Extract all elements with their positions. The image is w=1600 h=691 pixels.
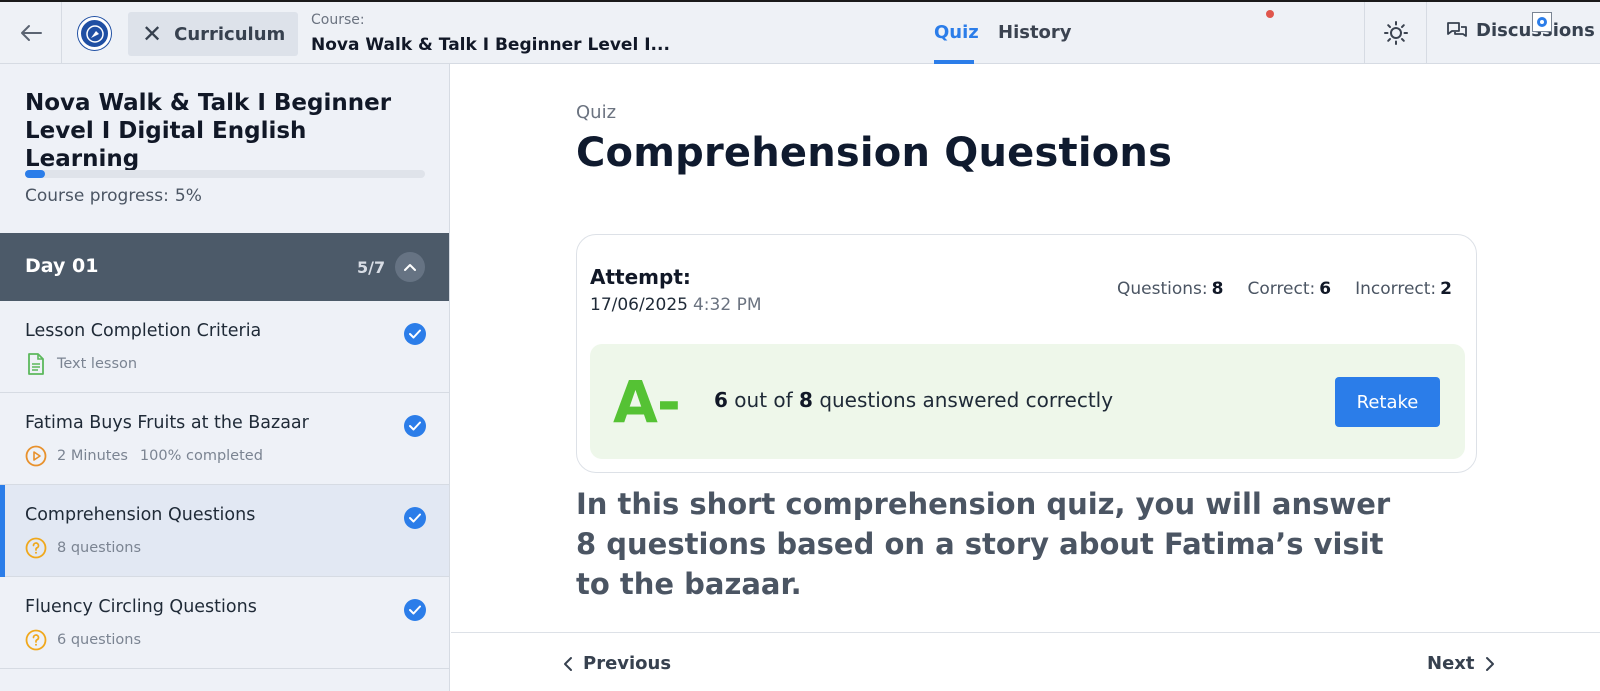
- lesson-meta: 8 questions: [25, 537, 141, 559]
- completed-check-icon: [404, 415, 426, 437]
- active-tab-indicator: [934, 60, 974, 64]
- lesson-question-count: 6 questions: [57, 632, 142, 648]
- lesson-meta: Text lesson: [25, 353, 137, 375]
- lesson-navigation: Previous Next: [451, 632, 1600, 691]
- lesson-type: Text lesson: [57, 356, 138, 372]
- divider: [1426, 2, 1427, 64]
- attempt-time: 4:32 PM: [692, 295, 762, 315]
- next-button[interactable]: Next: [1427, 653, 1495, 674]
- completed-check-icon: [404, 507, 426, 529]
- play-icon: [25, 445, 47, 467]
- completed-check-icon: [404, 599, 426, 621]
- stat-correct-value: 6: [1319, 279, 1332, 299]
- chevron-right-icon: [1485, 656, 1494, 671]
- previous-label: Previous: [583, 653, 672, 674]
- course-progress-value: 5%: [174, 186, 202, 206]
- document-icon: [25, 353, 47, 375]
- tab-quiz[interactable]: Quiz: [934, 22, 979, 43]
- result-correct: 6: [714, 388, 728, 412]
- sun-icon: [1384, 21, 1408, 45]
- lesson-meta: 2 Minutes 100% completed: [25, 445, 263, 467]
- retake-button[interactable]: Retake: [1335, 377, 1440, 427]
- lesson-name: Fatima Buys Fruits at the Bazaar: [25, 413, 309, 433]
- lesson-duration: 2 Minutes: [57, 448, 128, 464]
- lesson-item[interactable]: Fluency Circling Questions 6 questions: [0, 577, 449, 669]
- attempt-stats: Questions: 8 Correct: 6 Incorrect: 2: [1093, 279, 1452, 299]
- lesson-item[interactable]: Lesson Completion Criteria Text lesson: [0, 301, 449, 393]
- next-label: Next: [1427, 653, 1475, 674]
- grade-badge: A-: [613, 368, 681, 436]
- logo-icon: [78, 17, 111, 50]
- collapse-section-button[interactable]: [395, 252, 425, 282]
- question-icon: [25, 537, 47, 559]
- stat-incorrect-value: 2: [1440, 279, 1452, 299]
- quiz-intro-text: In this short comprehension quiz, you wi…: [576, 487, 1391, 601]
- previous-button[interactable]: Previous: [563, 653, 671, 674]
- lesson-completion: 100% completed: [139, 448, 263, 464]
- section-count: 5/7: [357, 258, 386, 277]
- attempt-date: 17/06/2025: [590, 295, 688, 315]
- completed-check-icon: [404, 323, 426, 345]
- attempt-label: Attempt:: [590, 265, 691, 289]
- stat-questions-value: 8: [1211, 279, 1224, 299]
- section-title: Day 01: [25, 255, 99, 277]
- question-icon: [25, 629, 47, 651]
- lesson-question-count: 8 questions: [57, 540, 142, 556]
- attempt-datetime: 17/06/2025 4:32 PM: [590, 295, 761, 315]
- stat-incorrect-label: Incorrect:: [1355, 279, 1437, 299]
- arrow-left-icon: [20, 25, 42, 41]
- discussions-icon: [1447, 21, 1467, 37]
- course-progress-bar: [25, 170, 425, 178]
- stat-questions-label: Questions:: [1117, 279, 1208, 299]
- result-total: 8: [799, 388, 813, 412]
- extension-icon[interactable]: [1532, 12, 1552, 32]
- stat-correct: Correct: 6: [1247, 279, 1331, 299]
- result-panel: A- 6 out of 8 questions answered correct…: [590, 344, 1465, 459]
- course-progress-fill: [25, 170, 45, 178]
- attempt-card: Attempt: 17/06/2025 4:32 PM Questions: 8 C…: [576, 234, 1477, 473]
- chevron-up-icon: [404, 264, 416, 271]
- result-summary: 6 out of 8 questions answered correctly: [714, 388, 1113, 412]
- stat-correct-label: Correct:: [1247, 279, 1316, 299]
- curriculum-button[interactable]: ✕ Curriculum: [128, 12, 298, 56]
- result-out-of: out of: [734, 388, 793, 412]
- lesson-meta: 6 questions: [25, 629, 141, 651]
- stat-questions: Questions: 8: [1117, 279, 1223, 299]
- content-type-label: Quiz: [576, 102, 617, 123]
- chevron-left-icon: [564, 656, 572, 671]
- curriculum-label: Curriculum: [174, 23, 286, 45]
- course-label: Course:: [311, 12, 365, 28]
- stat-incorrect: Incorrect: 2: [1355, 279, 1452, 299]
- curriculum-sidebar: Nova Walk & Talk I Beginner Level I Digi…: [0, 64, 450, 691]
- close-icon: ✕: [142, 20, 163, 48]
- theme-toggle-button[interactable]: [1365, 2, 1427, 64]
- lesson-item-active[interactable]: Comprehension Questions 8 questions: [0, 485, 449, 577]
- top-bar: ✕ Curriculum Course: Nova Walk & Talk I …: [0, 0, 1600, 64]
- lesson-name: Fluency Circling Questions: [25, 597, 257, 617]
- course-progress-text: Course progress: 5%: [25, 186, 202, 206]
- course-progress-label: Course progress:: [25, 186, 169, 206]
- page-title: Comprehension Questions: [576, 130, 1173, 176]
- course-name: Nova Walk & Talk I Beginner Level I...: [311, 35, 670, 55]
- result-suffix: questions answered correctly: [819, 388, 1114, 412]
- tab-history[interactable]: History: [998, 22, 1072, 43]
- notification-dot: [1266, 10, 1274, 18]
- back-button[interactable]: [0, 2, 62, 64]
- course-title: Nova Walk & Talk I Beginner Level I Digi…: [25, 90, 392, 172]
- section-header-day-01[interactable]: Day 01 5/7: [0, 233, 449, 301]
- lesson-item[interactable]: Fatima Buys Fruits at the Bazaar 2 Minut…: [0, 393, 449, 485]
- discussions-button[interactable]: Discussions: [1446, 20, 1595, 41]
- lesson-name: Comprehension Questions: [25, 505, 256, 525]
- lesson-name: Lesson Completion Criteria: [25, 321, 262, 341]
